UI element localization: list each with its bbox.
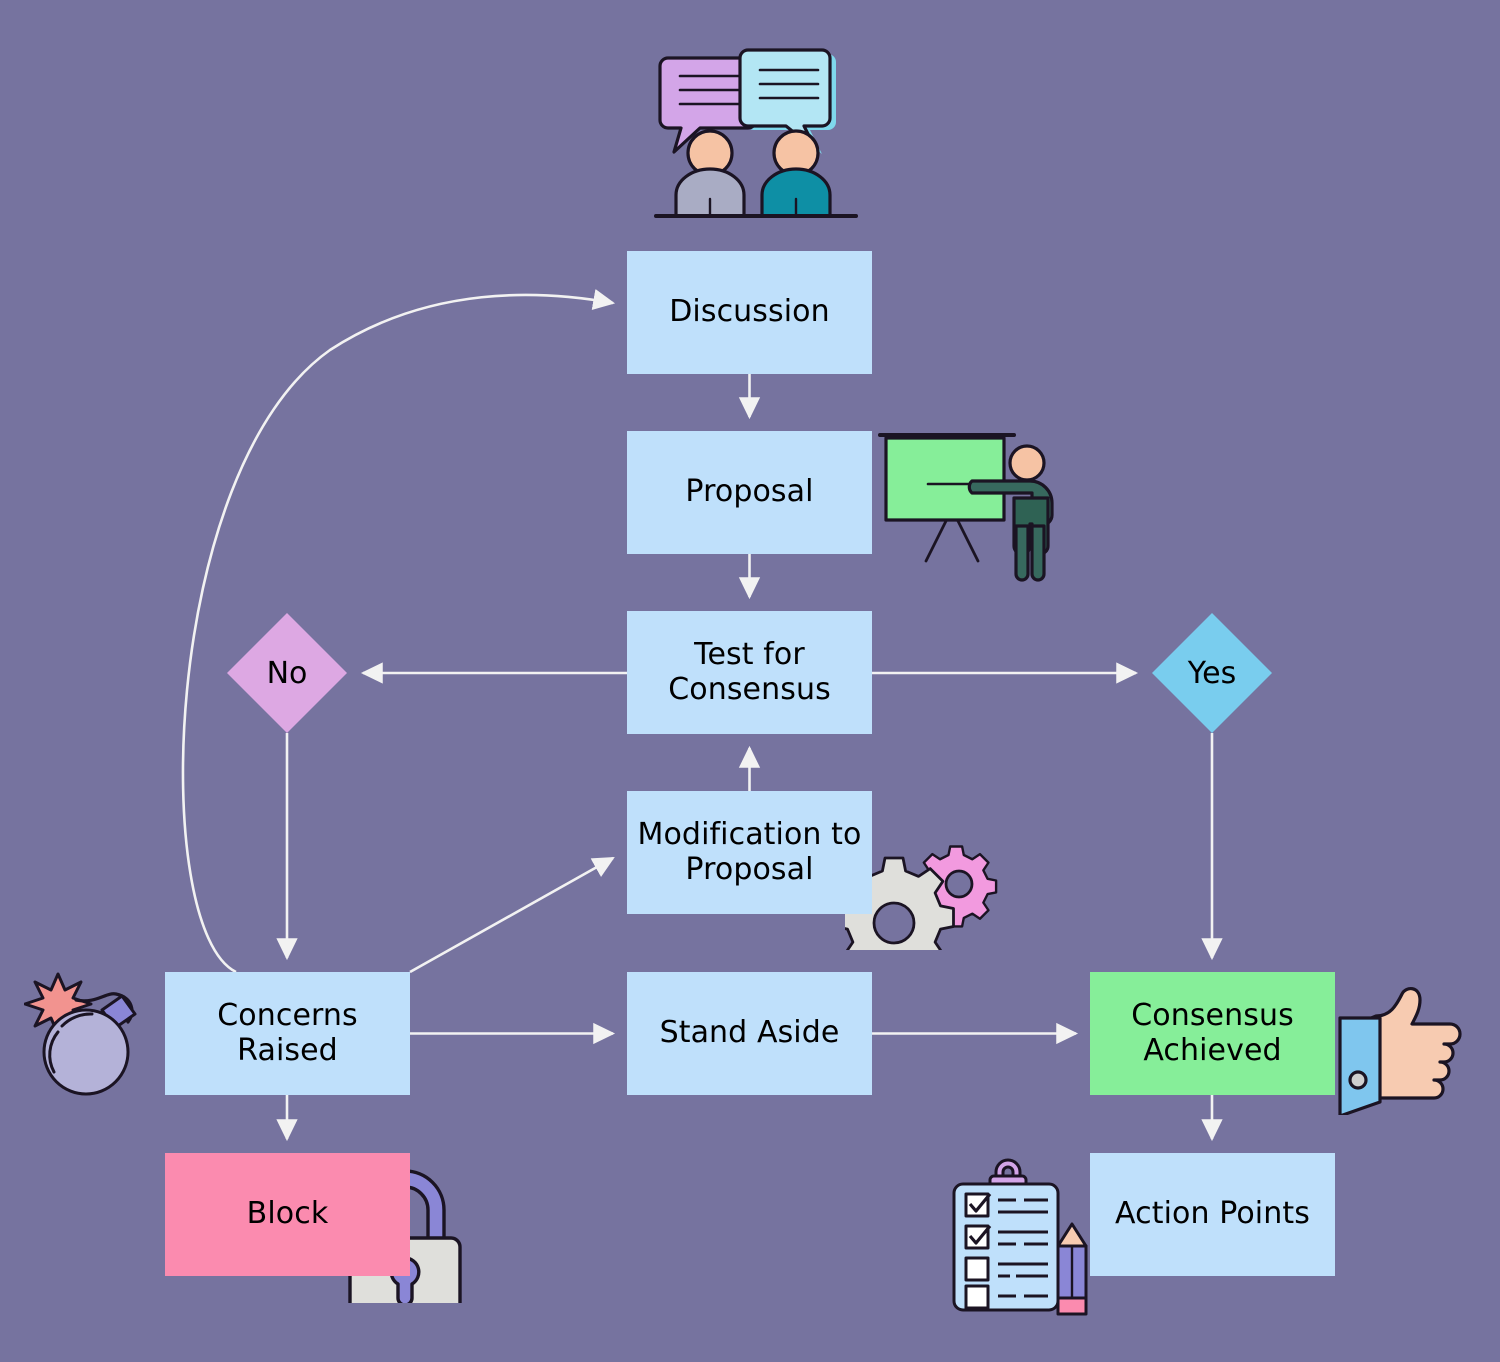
node-concerns-raised-label: Concerns Raised xyxy=(217,997,358,1068)
node-stand-aside-label: Stand Aside xyxy=(659,1015,840,1051)
decision-no-label: No xyxy=(266,655,308,691)
flowchart-canvas: No Yes Discussion Proposal Test for Cons… xyxy=(0,0,1500,1362)
edge-concerns-modification xyxy=(409,856,615,974)
decision-yes[interactable]: Yes xyxy=(1152,613,1272,733)
node-discussion-label: Discussion xyxy=(669,294,830,330)
node-action-points-label: Action Points xyxy=(1115,1196,1310,1232)
decision-yes-label: Yes xyxy=(1187,655,1237,691)
node-concerns-raised[interactable]: Concerns Raised xyxy=(165,972,410,1095)
decision-no[interactable]: No xyxy=(227,613,347,733)
node-modification-to-proposal[interactable]: Modification to Proposal xyxy=(627,791,872,914)
node-discussion[interactable]: Discussion xyxy=(627,251,872,374)
locked-checklist-pencil-icon xyxy=(944,1146,1109,1316)
node-consensus-achieved[interactable]: Consensus Achieved xyxy=(1090,972,1335,1095)
node-block-label: Block xyxy=(246,1196,329,1232)
node-proposal[interactable]: Proposal xyxy=(627,431,872,554)
node-block[interactable]: Block xyxy=(165,1153,410,1276)
bomb-icon xyxy=(24,964,164,1104)
presenter-whiteboard-icon xyxy=(874,426,1074,591)
node-action-points[interactable]: Action Points xyxy=(1090,1153,1335,1276)
node-modification-to-proposal-label: Modification to Proposal xyxy=(637,816,862,887)
node-test-for-consensus[interactable]: Test for Consensus xyxy=(627,611,872,734)
node-consensus-achieved-label: Consensus Achieved xyxy=(1131,997,1294,1068)
node-proposal-label: Proposal xyxy=(685,474,814,510)
thumbs-up-icon xyxy=(1332,980,1482,1115)
node-stand-aside[interactable]: Stand Aside xyxy=(627,972,872,1095)
two-people-speech-bubbles-icon xyxy=(648,36,864,252)
node-test-for-consensus-label: Test for Consensus xyxy=(668,636,831,707)
